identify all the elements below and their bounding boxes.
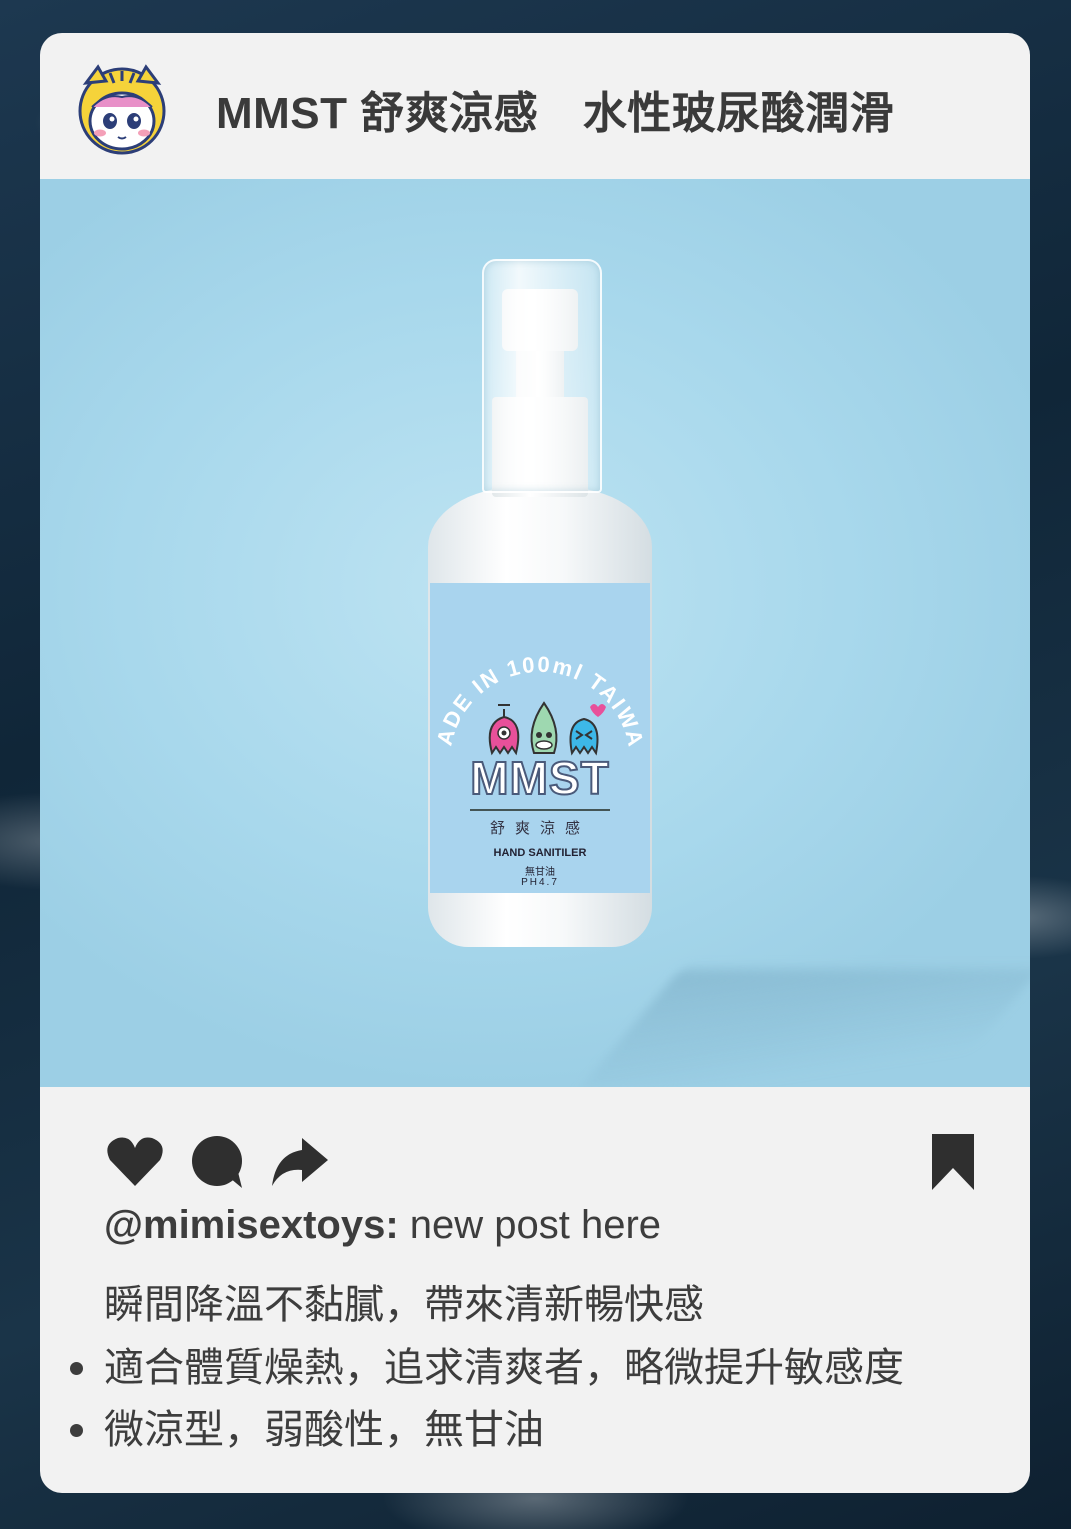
avatar[interactable] [76, 63, 168, 155]
save-button[interactable] [922, 1132, 984, 1192]
post-footer: @mimisextoys: new post here 瞬間降溫不黏膩，帶來清新… [40, 1087, 1030, 1493]
bullet-icon [70, 1424, 83, 1437]
label-english-name: HAND SANITILER [493, 847, 587, 859]
label-product-name: 舒爽涼感 [489, 820, 590, 837]
bottle-shadow [579, 969, 1030, 1087]
caption-line-2: 瞬間降溫不黏膩，帶來清新暢快感 [104, 1283, 704, 1327]
tiger-hood-avatar-icon [78, 64, 166, 155]
action-bar [104, 1132, 984, 1192]
post-header: MMST 舒爽涼感 水性玻尿酸潤滑 [40, 33, 1030, 179]
product-photo: MADE IN 100ml TAIWAN MMST [40, 179, 1030, 1087]
list-item-text: 適合體質燥熱，追求清爽者，略微提升敏感度 [104, 1346, 904, 1390]
username-link[interactable]: @mimisextoys: [104, 1203, 399, 1247]
label-divider [470, 809, 610, 811]
bookmark-icon [932, 1134, 974, 1190]
heart-icon [107, 1137, 163, 1186]
comment-button[interactable] [186, 1132, 248, 1192]
product-bottle: MADE IN 100ml TAIWAN MMST [420, 249, 660, 969]
label-ph-value: PH4.7 [521, 877, 559, 888]
share-arrow-icon [272, 1138, 328, 1186]
post-title: MMST 舒爽涼感 水性玻尿酸潤滑 [216, 89, 895, 138]
product-label: MADE IN 100ml TAIWAN MMST [430, 583, 650, 893]
comment-bubble-icon [192, 1136, 242, 1188]
feature-list: 適合體質燥熱，追求清爽者，略微提升敏感度 微涼型，弱酸性，無甘油 [64, 1337, 904, 1461]
bottle-cap [482, 259, 602, 493]
bullet-icon [70, 1362, 83, 1375]
share-button[interactable] [268, 1132, 330, 1192]
list-item-text: 微涼型，弱酸性，無甘油 [104, 1408, 544, 1452]
label-sub-text: 無甘油 [525, 867, 555, 878]
list-item: 微涼型，弱酸性，無甘油 [64, 1399, 904, 1461]
list-item: 適合體質燥熱，追求清爽者，略微提升敏感度 [64, 1337, 904, 1399]
like-button[interactable] [104, 1132, 166, 1192]
brand-logo-text: MMST [469, 751, 610, 805]
post-card: MMST 舒爽涼感 水性玻尿酸潤滑 MADE IN 100ml TAIWAN [40, 33, 1030, 1493]
caption: @mimisextoys: new post here [104, 1203, 661, 1248]
caption-text: new post here [398, 1203, 662, 1247]
